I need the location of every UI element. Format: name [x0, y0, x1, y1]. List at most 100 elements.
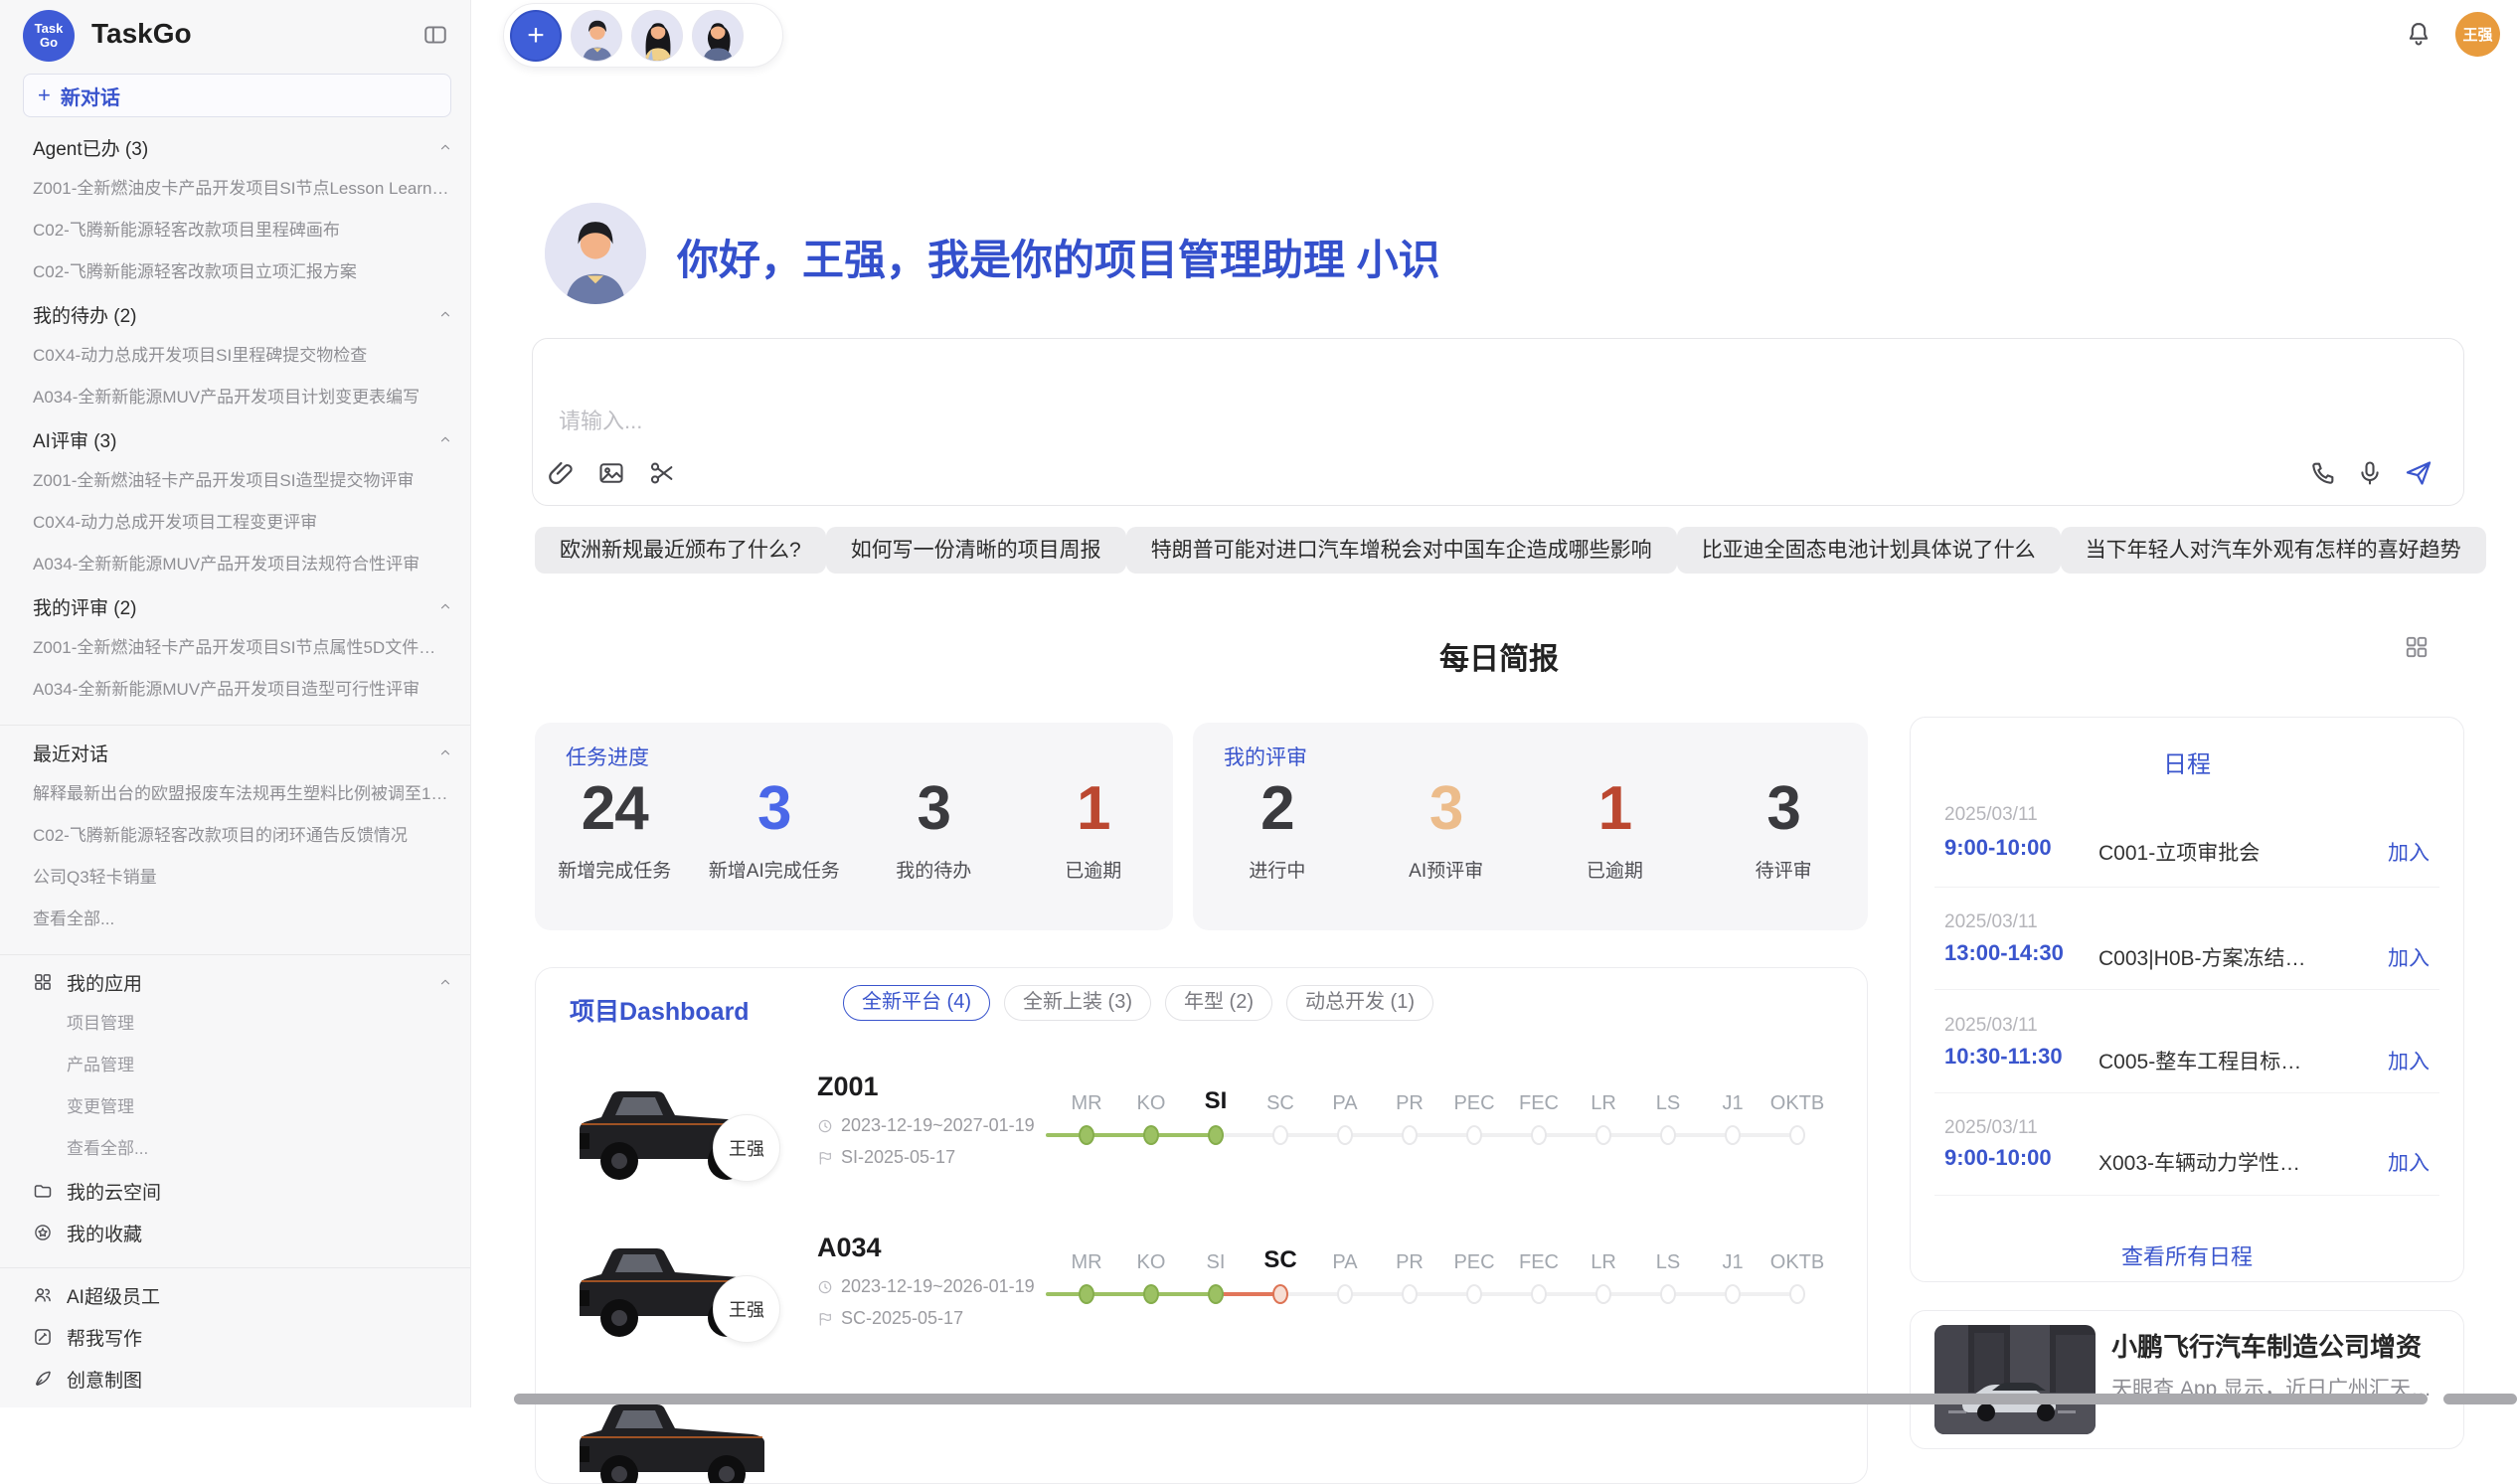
sidebar-item[interactable]: Z001-全新燃油轻卡产品开发项目SI造型提交物评审 [33, 460, 452, 502]
attachment-icon[interactable] [548, 459, 576, 487]
image-icon[interactable] [597, 459, 625, 487]
sidebar-item[interactable]: C0X4-动力总成开发项目SI里程碑提交物检查 [33, 335, 452, 377]
sidebar-section-ai-review[interactable]: AI评审 (3) [33, 418, 452, 460]
agent-avatar[interactable] [692, 10, 744, 62]
microphone-icon[interactable] [2356, 459, 2384, 487]
sidebar-my-apps[interactable]: 我的应用 [33, 961, 452, 1003]
phone-icon[interactable] [2309, 459, 2337, 487]
divider [1934, 887, 2439, 888]
chevron-up-icon [438, 599, 452, 613]
agent-avatar[interactable] [631, 10, 683, 62]
milestone-label: OKTB [1756, 1244, 1839, 1274]
sidebar-app-item[interactable]: 产品管理 [33, 1045, 452, 1086]
people-icon [33, 1285, 53, 1305]
suggestion-chip[interactable]: 当下年轻人对汽车外观有怎样的喜好趋势 [2061, 527, 2486, 574]
stat-label: 进行中 [1249, 856, 1305, 883]
sidebar-item[interactable]: 公司Q3轻卡销量 [33, 857, 452, 899]
suggestion-chip[interactable]: 特朗普可能对进口汽车增税会对中国车企造成哪些影响 [1126, 527, 1677, 574]
dashboard-title: 项目Dashboard [570, 992, 750, 1028]
scrollbar-corner[interactable] [2443, 1394, 2517, 1404]
sidebar: Task Go TaskGo + 新对话 Agent已办 (3) Z001-全新… [0, 0, 471, 1407]
sidebar-item[interactable]: A034-全新新能源MUV产品开发项目法规符合性评审 [33, 544, 452, 585]
stat-label: 新增完成任务 [558, 856, 671, 883]
milestone-dot [1595, 1125, 1611, 1145]
sidebar-section-my-todo[interactable]: 我的待办 (2) [33, 293, 452, 335]
tab-powertrain[interactable]: 动总开发 (1) [1286, 985, 1433, 1021]
project-period: 2023-12-19~2026-01-19 [817, 1276, 1035, 1297]
join-link[interactable]: 加入 [2388, 942, 2430, 972]
sidebar-item[interactable]: A034-全新新能源MUV产品开发项目造型可行性评审 [33, 669, 452, 711]
stat: 1已逾期 [1531, 774, 1700, 883]
schedule-card: 日程 2025/03/11 9:00-10:00 C001-立项审批会 加入 2… [1910, 717, 2464, 1282]
tab-new-body[interactable]: 全新上装 (3) [1004, 985, 1151, 1021]
add-agent-button[interactable]: + [510, 10, 562, 62]
sidebar-favorites[interactable]: 我的收藏 [33, 1212, 452, 1253]
sidebar-item[interactable]: A034-全新新能源MUV产品开发项目计划变更表编写 [33, 377, 452, 418]
suggestion-chip[interactable]: 如何写一份清晰的项目周报 [826, 527, 1126, 574]
join-link[interactable]: 加入 [2388, 1046, 2430, 1075]
app-logo[interactable]: Task Go [23, 10, 75, 62]
suggestion-chip[interactable]: 比亚迪全固态电池计划具体说了什么 [1677, 527, 2061, 574]
sidebar-collapse-icon[interactable] [422, 22, 448, 48]
layout-grid-icon[interactable] [2404, 634, 2430, 660]
sidebar-item[interactable]: Z001-全新燃油皮卡产品开发项目SI节点Lesson Learn报告 [33, 168, 452, 210]
sidebar-item-view-all[interactable]: 查看全部... [33, 899, 452, 940]
star-circle-icon [33, 1223, 53, 1242]
agent-avatar[interactable] [571, 10, 622, 62]
stat-label: 新增AI完成任务 [709, 856, 840, 883]
divider [1934, 989, 2439, 990]
schedule-event-title: C005-整车工程目标评审 [2098, 1046, 2317, 1075]
help-write-label: 帮我写作 [67, 1324, 142, 1351]
clock-icon [817, 1118, 833, 1134]
stat: 2进行中 [1193, 774, 1362, 883]
divider [0, 954, 470, 955]
notification-bell-icon[interactable] [2405, 20, 2433, 48]
join-link[interactable]: 加入 [2388, 837, 2430, 867]
send-icon[interactable] [2405, 459, 2433, 487]
milestone-dot-done [1143, 1284, 1159, 1304]
sidebar-help-write[interactable]: 帮我写作 [33, 1316, 452, 1358]
plus-icon: + [38, 84, 51, 106]
milestone-dot-done [1208, 1284, 1224, 1304]
apps-grid-icon [33, 972, 53, 992]
schedule-title: 日程 [1911, 744, 2463, 779]
new-chat-label: 新对话 [61, 82, 120, 110]
sidebar-app-item[interactable]: 变更管理 [33, 1086, 452, 1128]
tab-model-year[interactable]: 年型 (2) [1165, 985, 1272, 1021]
sidebar-section-my-review[interactable]: 我的评审 (2) [33, 585, 452, 627]
schedule-event-title: C001-立项审批会 [2098, 837, 2317, 867]
tab-all-new-platform[interactable]: 全新平台 (4) [843, 985, 990, 1021]
view-all-schedule-link[interactable]: 查看所有日程 [1911, 1239, 2463, 1271]
user-avatar[interactable]: 王强 [2455, 12, 2500, 57]
sidebar-item[interactable]: Z001-全新燃油轻卡产品开发项目SI节点属性5D文件评审 [33, 627, 452, 669]
chevron-up-icon [438, 432, 452, 446]
sidebar-ai-staff[interactable]: AI超级员工 [33, 1274, 452, 1316]
scissors-icon[interactable] [648, 459, 676, 487]
sidebar-item[interactable]: C02-飞腾新能源轻客改款项目的闭环通告反馈情况 [33, 815, 452, 857]
new-chat-button[interactable]: + 新对话 [23, 74, 451, 117]
task-progress-card: 任务进度 24新增完成任务 3新增AI完成任务 3我的待办 1已逾期 [535, 723, 1173, 930]
milestone-line-overdue [1216, 1292, 1280, 1296]
horizontal-scrollbar[interactable] [514, 1394, 2428, 1404]
sidebar-section-recent[interactable]: 最近对话 [33, 732, 452, 773]
news-card[interactable]: 小鹏飞行汽车制造公司增资 天眼查 App 显示，近日广州汇天飞行汽... [1910, 1310, 2464, 1449]
logo-text-bottom: Go [40, 36, 58, 50]
suggestion-chip[interactable]: 欧洲新规最近颁布了什么? [535, 527, 826, 574]
sidebar-item[interactable]: C0X4-动力总成开发项目工程变更评审 [33, 502, 452, 544]
logo-text-top: Task [35, 22, 64, 36]
owner-badge: 王强 [713, 1275, 780, 1343]
project-flag: SC-2025-05-17 [817, 1308, 963, 1329]
sidebar-item[interactable]: 解释最新出台的欧盟报废车法规再生塑料比例被调至15%... [33, 773, 452, 815]
sidebar-app-view-all[interactable]: 查看全部... [33, 1128, 452, 1170]
sidebar-app-item[interactable]: 项目管理 [33, 1003, 452, 1045]
chat-input[interactable] [557, 401, 1455, 442]
sidebar-item[interactable]: C02-飞腾新能源轻客改款项目立项汇报方案 [33, 251, 452, 293]
sidebar-item[interactable]: C02-飞腾新能源轻客改款项目里程碑画布 [33, 210, 452, 251]
join-link[interactable]: 加入 [2388, 1147, 2430, 1177]
sidebar-section-agent-done[interactable]: Agent已办 (3) [33, 126, 452, 168]
milestone-dot [1402, 1125, 1418, 1145]
my-apps-label: 我的应用 [67, 969, 142, 996]
sidebar-cloud-space[interactable]: 我的云空间 [33, 1170, 452, 1212]
sidebar-creative-draw[interactable]: 创意制图 [33, 1358, 452, 1400]
schedule-time: 9:00-10:00 [1944, 835, 2052, 861]
